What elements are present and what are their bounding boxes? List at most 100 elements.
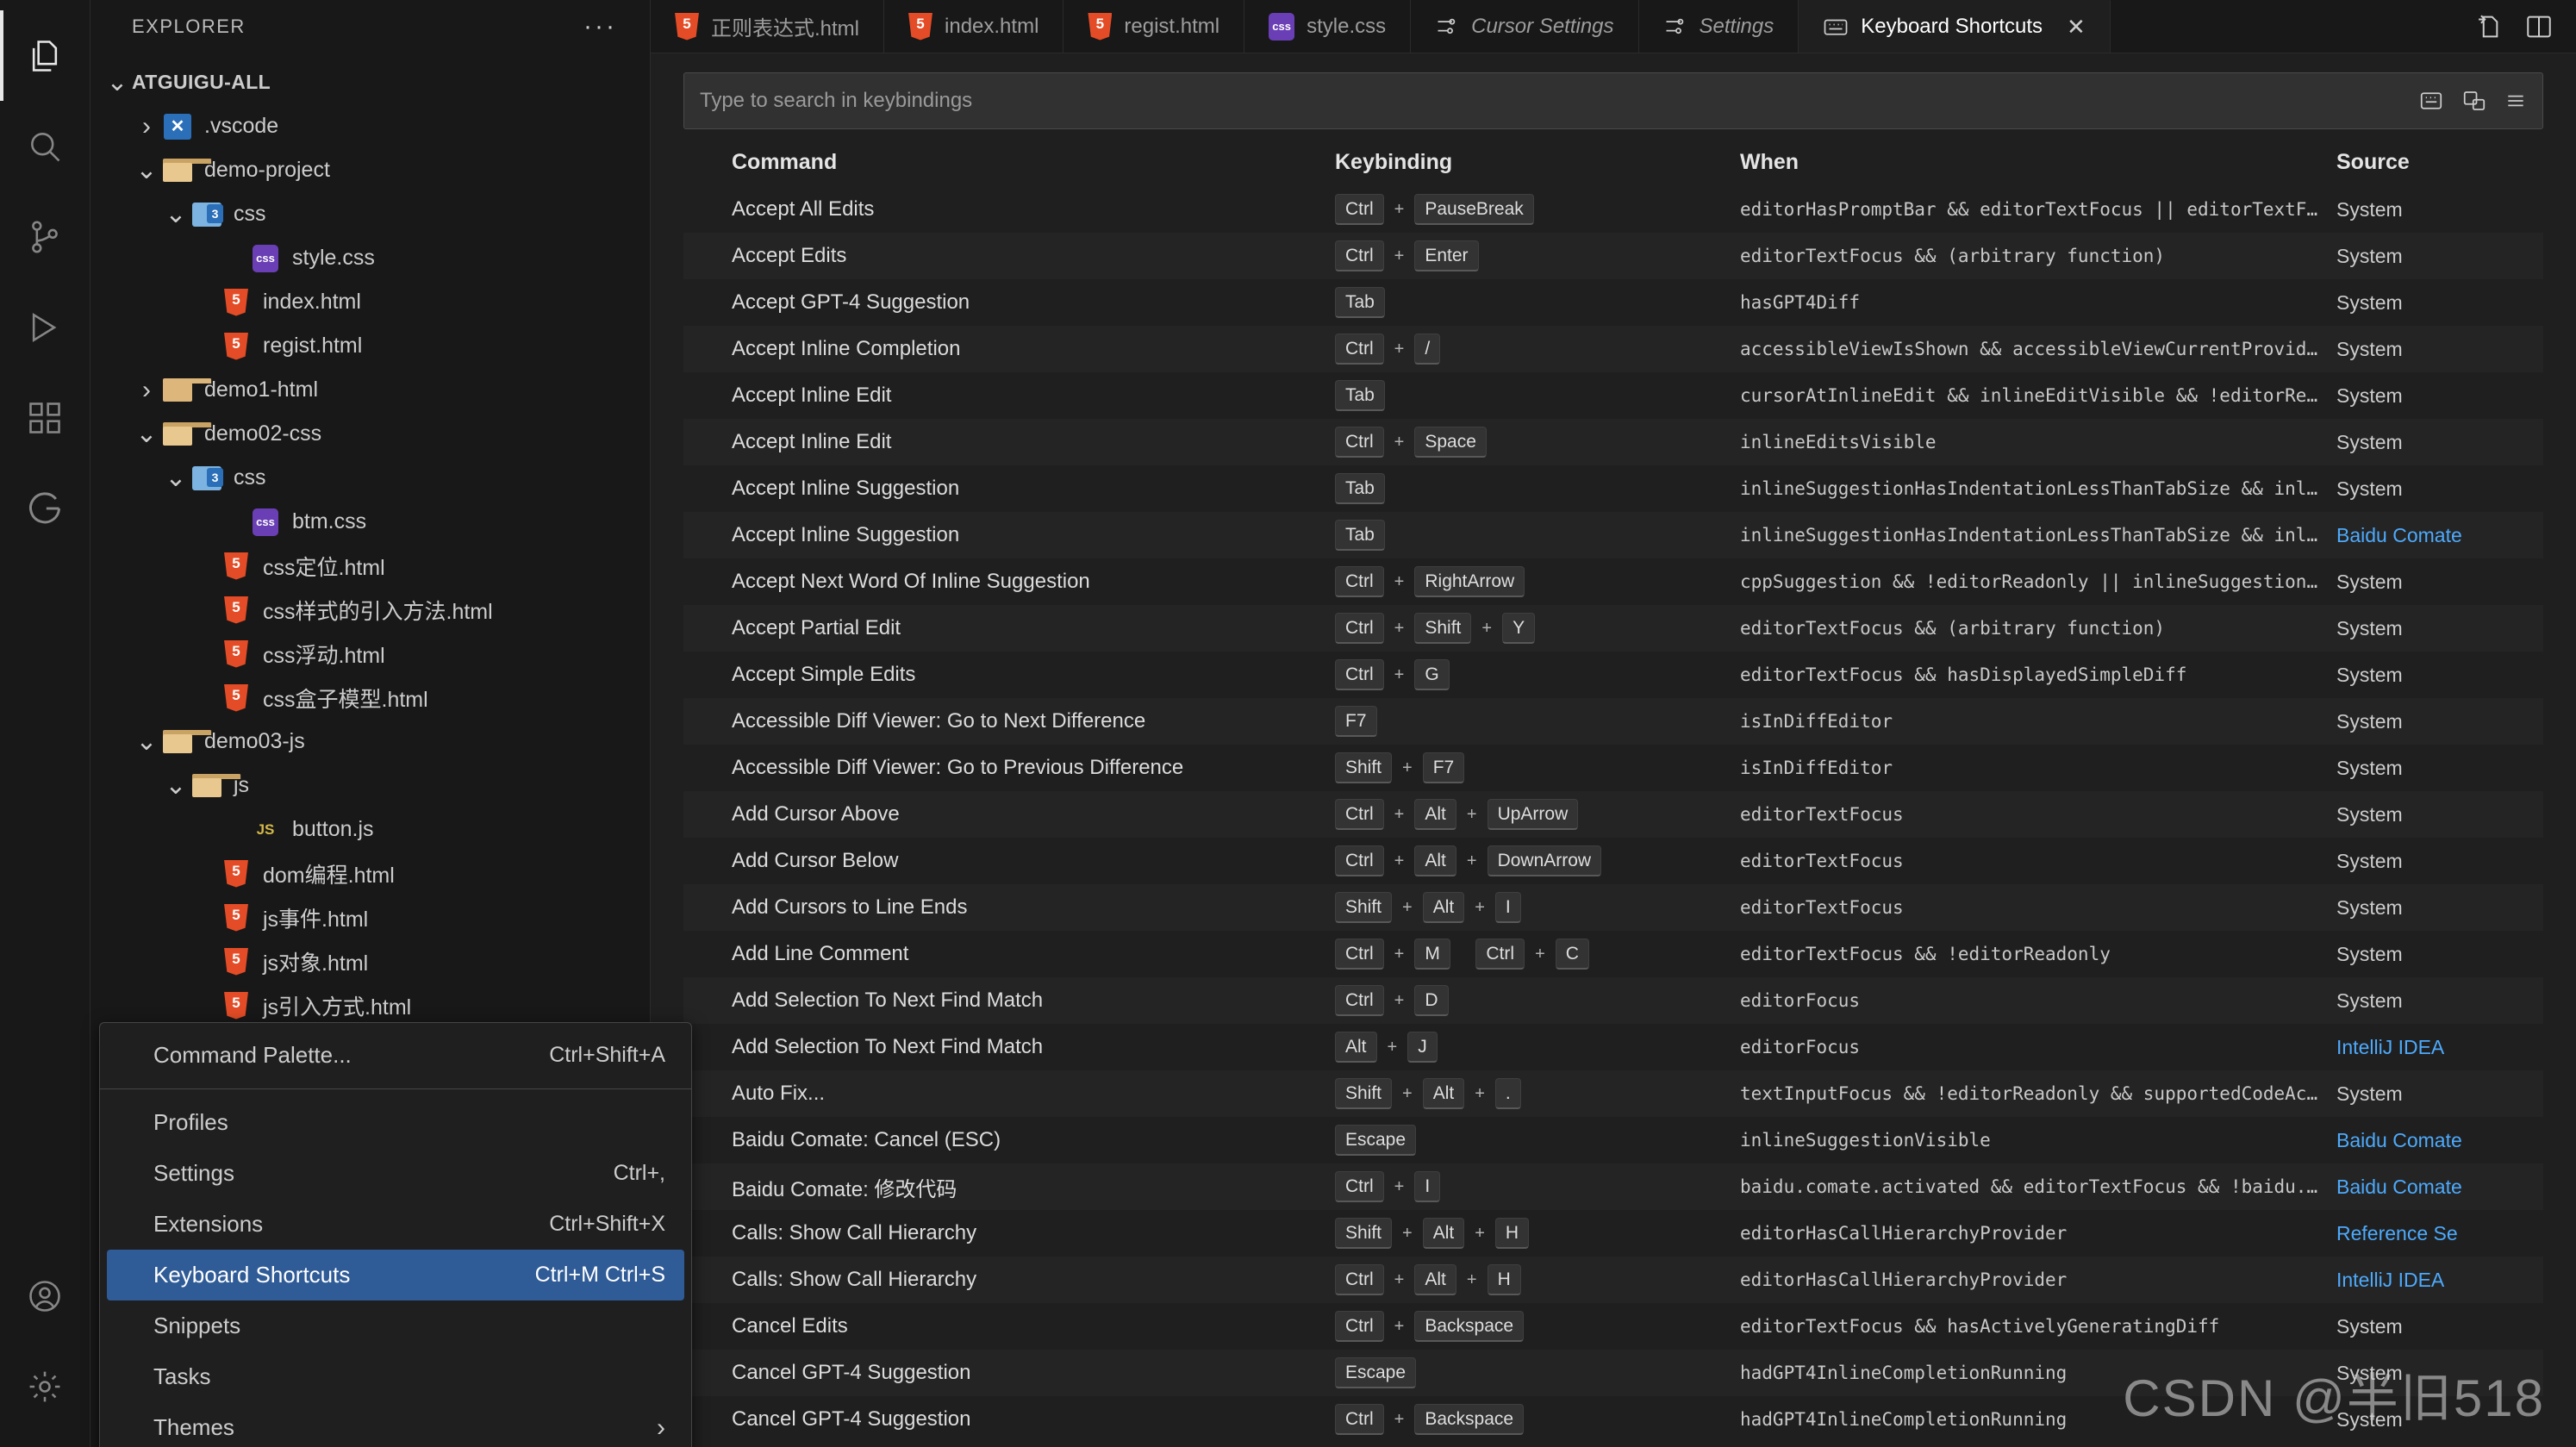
manage-context-menu: Command Palette...Ctrl+Shift+A ProfilesSe… bbox=[99, 1022, 692, 1447]
search-box[interactable] bbox=[683, 72, 2543, 129]
cell-source[interactable]: Baidu Comate bbox=[2336, 1176, 2543, 1199]
key-separator: + bbox=[1467, 1270, 1477, 1290]
cell-source[interactable]: IntelliJ IDEA bbox=[2336, 1269, 2543, 1292]
editor-tab[interactable]: 5regist.html bbox=[1063, 0, 1244, 53]
menu-item[interactable]: Tasks bbox=[107, 1351, 684, 1402]
cell-source[interactable]: Reference Se bbox=[2336, 1222, 2543, 1245]
menu-item[interactable]: Snippets bbox=[107, 1300, 684, 1351]
table-row[interactable]: Add Cursor AboveCtrl+Alt+UpArroweditorTe… bbox=[683, 791, 2543, 838]
table-row[interactable]: Accept All EditsCtrl+PauseBreakeditorHas… bbox=[683, 186, 2543, 233]
activity-item-explorer[interactable] bbox=[0, 10, 90, 101]
tree-item[interactable]: ⌄demo-project bbox=[90, 148, 650, 192]
table-row[interactable]: Accept Inline CompletionCtrl+/accessible… bbox=[683, 326, 2543, 372]
table-row[interactable]: Baidu Comate: Cancel (ESC)EscapeinlineSu… bbox=[683, 1117, 2543, 1163]
menu-item[interactable]: Profiles bbox=[107, 1097, 684, 1148]
table-row[interactable]: Accessible Diff Viewer: Go to Previous D… bbox=[683, 745, 2543, 791]
activity-item-extensions[interactable] bbox=[0, 372, 90, 463]
table-row[interactable]: Cancel EditsCtrl+BackspaceeditorTextFocu… bbox=[683, 1303, 2543, 1350]
table-row[interactable]: Accept Partial EditCtrl+Shift+YeditorTex… bbox=[683, 605, 2543, 652]
table-row[interactable]: Accessible Diff Viewer: Go to Next Diffe… bbox=[683, 698, 2543, 745]
tree-item[interactable]: cssstyle.css bbox=[90, 236, 650, 280]
menu-item[interactable]: Themes› bbox=[107, 1402, 684, 1447]
activity-item-comate[interactable] bbox=[0, 463, 90, 553]
table-row[interactable]: Accept Inline EditTabcursorAtInlineEdit … bbox=[683, 372, 2543, 419]
menu-item[interactable]: ExtensionsCtrl+Shift+X bbox=[107, 1199, 684, 1250]
menu-item[interactable]: Command Palette...Ctrl+Shift+A bbox=[107, 1030, 684, 1081]
key-separator: + bbox=[1394, 665, 1405, 685]
tree-item[interactable]: ⌄css bbox=[90, 192, 650, 236]
editor-tab[interactable]: cssstyle.css bbox=[1244, 0, 1411, 53]
table-row[interactable]: Cancel GPT-4 SuggestionEscapehadGPT4Inli… bbox=[683, 1350, 2543, 1396]
activity-item-search[interactable] bbox=[0, 101, 90, 191]
tree-item[interactable]: 5js事件.html bbox=[90, 895, 650, 939]
tree-item[interactable]: 5css定位.html bbox=[90, 544, 650, 588]
activity-item-source-control[interactable] bbox=[0, 191, 90, 282]
editor-tab[interactable]: Cursor Settings bbox=[1411, 0, 1638, 53]
tree-item[interactable]: 5dom编程.html bbox=[90, 851, 650, 895]
header-when[interactable]: When bbox=[1740, 150, 2336, 175]
table-row[interactable]: Calls: Show Call HierarchyCtrl+Alt+Hedit… bbox=[683, 1257, 2543, 1303]
table-row[interactable]: Accept Inline SuggestionTabinlineSuggest… bbox=[683, 465, 2543, 512]
cell-source[interactable]: Baidu Comate bbox=[2336, 1129, 2543, 1152]
sort-by-precedence-icon[interactable] bbox=[2461, 88, 2487, 114]
menu-item[interactable]: SettingsCtrl+, bbox=[107, 1148, 684, 1199]
table-row[interactable]: Baidu Comate: 修改代码Ctrl+Ibaidu.comate.act… bbox=[683, 1163, 2543, 1210]
vscode-window: EXPLORER ··· ⌄ATGUIGU-ALL›✕.vscode⌄demo-… bbox=[0, 0, 2576, 1447]
activity-item-accounts[interactable] bbox=[0, 1251, 90, 1341]
key-separator: + bbox=[1535, 945, 1545, 964]
more-actions-icon[interactable] bbox=[2504, 88, 2527, 114]
header-command[interactable]: Command bbox=[732, 150, 1335, 175]
table-row[interactable]: Cancel GPT-4 SuggestionCtrl+Backspacehad… bbox=[683, 1396, 2543, 1443]
tree-item[interactable]: ⌄demo02-css bbox=[90, 412, 650, 456]
cell-when: cppSuggestion && !editorReadonly || inli… bbox=[1740, 571, 2336, 592]
tree-item[interactable]: 5css浮动.html bbox=[90, 632, 650, 676]
table-row[interactable]: Auto Fix...Shift+Alt+.textInputFocus && … bbox=[683, 1070, 2543, 1117]
table-row[interactable]: Add Selection To Next Find MatchCtrl+Ded… bbox=[683, 977, 2543, 1024]
cell-source[interactable]: IntelliJ IDEA bbox=[2336, 1036, 2543, 1059]
tree-item[interactable]: ⌄css bbox=[90, 456, 650, 500]
table-row[interactable]: Add Cursors to Line EndsShift+Alt+Iedito… bbox=[683, 884, 2543, 931]
table-row[interactable]: Accept Next Word Of Inline SuggestionCtr… bbox=[683, 558, 2543, 605]
tree-item[interactable]: ⌄js bbox=[90, 764, 650, 808]
table-row[interactable]: Add Selection To Next Find MatchAlt+Jedi… bbox=[683, 1024, 2543, 1070]
tree-item[interactable]: 5css样式的引入方法.html bbox=[90, 588, 650, 632]
tree-item[interactable]: ⌄ATGUIGU-ALL bbox=[90, 60, 650, 104]
tree-item[interactable]: ⌄demo03-js bbox=[90, 720, 650, 764]
table-row[interactable]: Accept Inline SuggestionTabinlineSuggest… bbox=[683, 512, 2543, 558]
tree-item[interactable]: JSbutton.js bbox=[90, 808, 650, 851]
table-row[interactable]: Add Line CommentCtrl+M Ctrl+CeditorTextF… bbox=[683, 931, 2543, 977]
tree-item[interactable]: 5regist.html bbox=[90, 324, 650, 368]
table-row[interactable]: Accept Inline EditCtrl+SpaceinlineEditsV… bbox=[683, 419, 2543, 465]
table-row[interactable]: Calls: Show Call HierarchyShift+Alt+Hedi… bbox=[683, 1210, 2543, 1257]
cell-command: Add Cursor Above bbox=[732, 802, 1335, 826]
table-row[interactable]: Accept GPT-4 SuggestionTabhasGPT4DiffSys… bbox=[683, 279, 2543, 326]
editor-tab[interactable]: 5正则表达式.html bbox=[651, 0, 884, 53]
cell-source[interactable]: Baidu Comate bbox=[2336, 524, 2543, 547]
editor-tab[interactable]: Settings bbox=[1639, 0, 1799, 53]
header-keybinding[interactable]: Keybinding bbox=[1335, 150, 1740, 175]
header-source[interactable]: Source bbox=[2336, 150, 2543, 175]
tree-item[interactable]: 5css盒子模型.html bbox=[90, 676, 650, 720]
menu-item[interactable]: Keyboard ShortcutsCtrl+M Ctrl+S bbox=[107, 1250, 684, 1300]
activity-item-manage[interactable] bbox=[0, 1341, 90, 1431]
search-input[interactable] bbox=[700, 89, 2418, 113]
sidebar-more-actions-icon[interactable]: ··· bbox=[583, 22, 617, 31]
tree-item[interactable]: cssbtm.css bbox=[90, 500, 650, 544]
table-row[interactable]: Accept EditsCtrl+EntereditorTextFocus &&… bbox=[683, 233, 2543, 279]
activity-item-run-and-debug[interactable] bbox=[0, 282, 90, 372]
table-row[interactable]: Accept Simple EditsCtrl+GeditorTextFocus… bbox=[683, 652, 2543, 698]
close-icon[interactable]: ✕ bbox=[2067, 14, 2086, 41]
split-editor-right-icon[interactable] bbox=[2473, 12, 2502, 41]
cell-when: inlineSuggestionVisible bbox=[1740, 1130, 2336, 1151]
editor-tab[interactable]: 5index.html bbox=[884, 0, 1063, 53]
toggle-layout-icon[interactable] bbox=[2524, 12, 2554, 41]
record-keys-icon[interactable] bbox=[2418, 88, 2444, 114]
tree-item[interactable]: ›demo1-html bbox=[90, 368, 650, 412]
tree-item[interactable]: 5index.html bbox=[90, 280, 650, 324]
key-cap: Ctrl bbox=[1335, 240, 1384, 271]
table-row[interactable]: Add Cursor BelowCtrl+Alt+DownArroweditor… bbox=[683, 838, 2543, 884]
tree-item[interactable]: ›✕.vscode bbox=[90, 104, 650, 148]
editor-tab[interactable]: Keyboard Shortcuts✕ bbox=[1799, 0, 2111, 53]
tree-item[interactable]: 5js对象.html bbox=[90, 939, 650, 983]
tree-item[interactable]: 5js引入方式.html bbox=[90, 983, 650, 1027]
